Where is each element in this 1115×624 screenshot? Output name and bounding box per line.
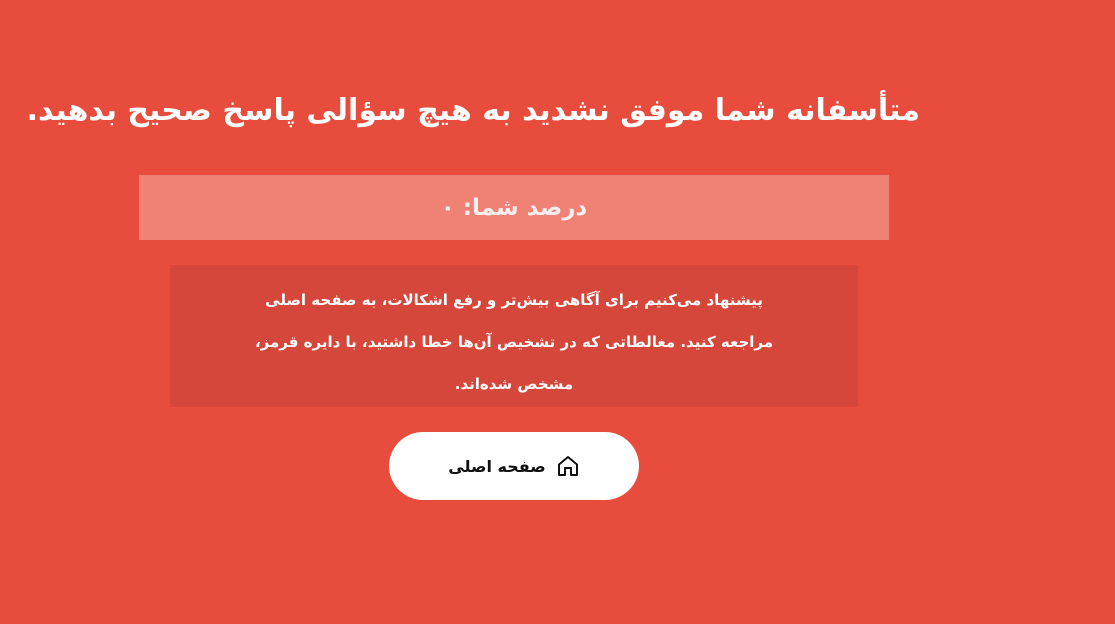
result-headline: متأسفانه شما موفق نشدید به هیچ سؤالی پاس…: [26, 93, 920, 128]
score-text: درصد شما: ۰: [440, 194, 588, 221]
suggestion-panel: پیشنهاد می‌کنیم برای آگاهی بیش‌تر و رفع …: [170, 265, 858, 407]
home-icon: [556, 454, 580, 478]
home-button[interactable]: صفحه اصلی: [389, 432, 639, 500]
score-panel: درصد شما: ۰: [139, 175, 889, 240]
home-button-label: صفحه اصلی: [448, 456, 546, 476]
result-page: متأسفانه شما موفق نشدید به هیچ سؤالی پاس…: [0, 0, 1115, 624]
suggestion-text: پیشنهاد می‌کنیم برای آگاهی بیش‌تر و رفع …: [254, 291, 774, 393]
